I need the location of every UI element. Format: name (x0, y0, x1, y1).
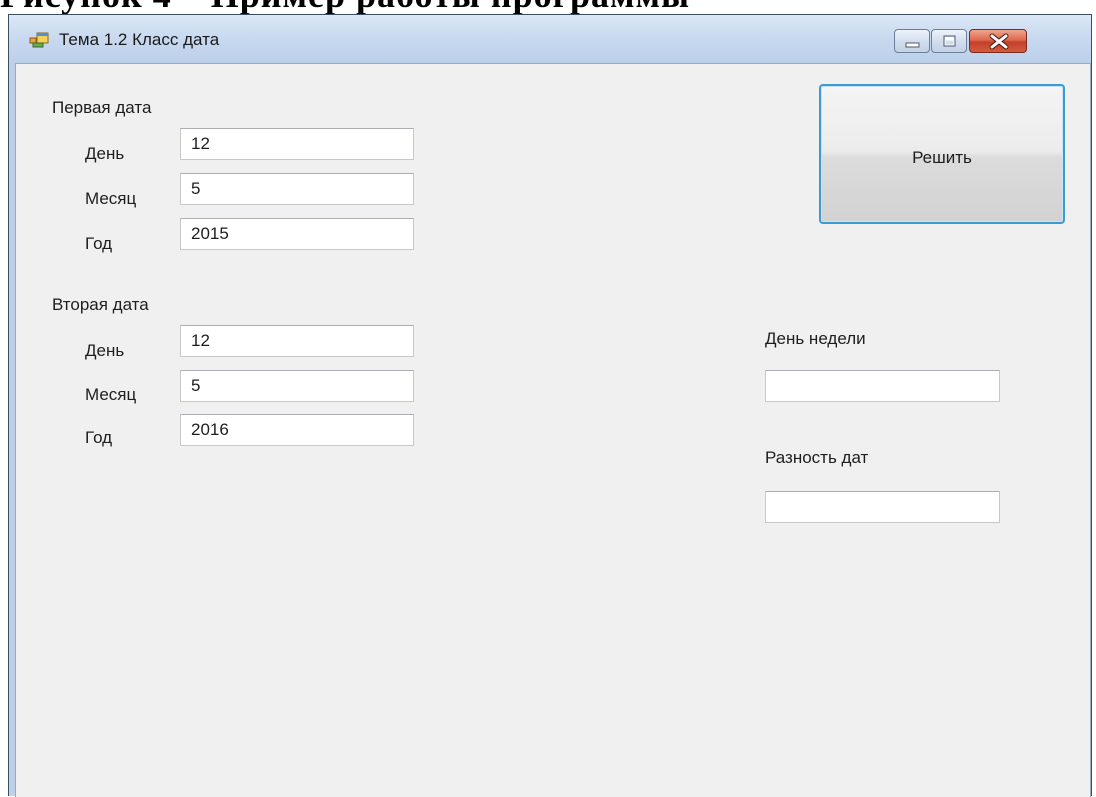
difference-label: Разность дат (765, 448, 869, 467)
app-window-icon (29, 32, 49, 48)
first-day-label: День (85, 144, 125, 163)
first-date-heading: Первая дата (52, 98, 152, 117)
second-day-label: День (85, 341, 125, 360)
first-day-input[interactable] (180, 128, 414, 160)
second-day-input[interactable] (180, 325, 414, 357)
solve-button[interactable]: Решить (819, 84, 1065, 224)
first-year-label: Год (85, 234, 113, 253)
maximize-button[interactable] (931, 29, 967, 53)
second-month-label: Месяц (85, 385, 137, 404)
second-year-input[interactable] (180, 414, 414, 446)
window-title: Тема 1.2 Класс дата (59, 30, 220, 49)
second-date-heading: Вторая дата (52, 295, 149, 314)
weekday-label: День недели (765, 329, 866, 348)
close-button[interactable] (969, 29, 1027, 53)
second-year-label: Год (85, 428, 113, 447)
difference-output[interactable] (765, 491, 1000, 523)
weekday-output[interactable] (765, 370, 1000, 402)
application-window: Тема 1.2 Класс дата Первая дата День Мес… (8, 14, 1092, 797)
close-icon (989, 33, 1009, 50)
solve-button-label: Решить (912, 148, 972, 167)
minimize-button[interactable] (894, 29, 930, 53)
form-client-area: Первая дата День Месяц Год Вторая дата Д… (15, 63, 1091, 797)
maximize-icon (943, 35, 956, 47)
first-month-label: Месяц (85, 189, 137, 208)
title-bar[interactable]: Тема 1.2 Класс дата (9, 15, 1091, 63)
first-month-input[interactable] (180, 173, 414, 205)
minimize-icon (905, 42, 920, 48)
second-month-input[interactable] (180, 370, 414, 402)
first-year-input[interactable] (180, 218, 414, 250)
